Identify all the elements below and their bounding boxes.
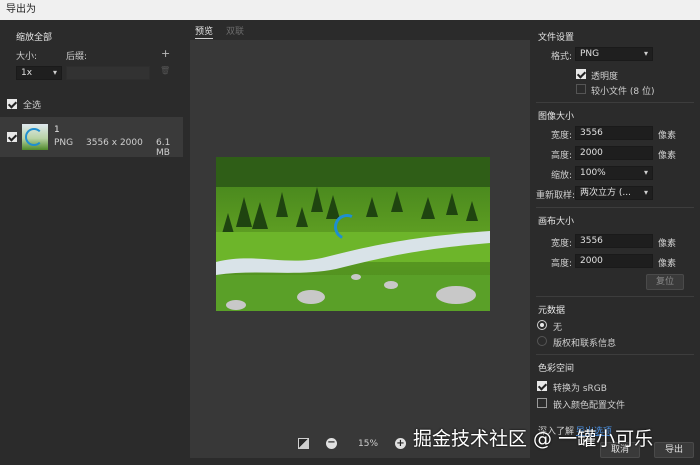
scale-all-heading: 缩放全部 (16, 33, 53, 43)
width-unit: 像素 (658, 131, 677, 141)
height-label: 高度: (551, 151, 573, 161)
window-title: 导出为 (0, 0, 700, 20)
asset-thumbnail (22, 124, 48, 150)
add-scale-icon[interactable]: + (161, 47, 170, 60)
tab-preview[interactable]: 预览 (195, 24, 214, 39)
resample-select-value: 两次立方 (... (580, 188, 631, 198)
asset-row[interactable]: 1 PNG 3556 x 2000 6.1 MB (0, 117, 183, 158)
metadata-copyright-label: 版权和联系信息 (553, 339, 617, 349)
metadata-none-radio[interactable] (537, 320, 547, 330)
chevron-down-icon: ▾ (643, 49, 648, 58)
embed-profile-checkbox[interactable] (537, 398, 547, 408)
fit-to-screen-icon[interactable] (298, 438, 309, 449)
size-select-value: 1x (21, 68, 33, 78)
canvas-height-unit: 像素 (658, 259, 677, 269)
loading-spinner-icon (25, 128, 43, 146)
smaller-file-label: 较小文件 (8 位) (591, 87, 655, 97)
size-select[interactable]: 1x ▾ (16, 66, 62, 80)
chevron-down-icon: ▾ (643, 188, 648, 197)
settings-panel: 文件设置 格式: PNG ▾ 透明度 较小文件 (8 位) 图像大小 宽度: 3… (530, 20, 700, 465)
asset-format: PNG (54, 138, 74, 148)
tab-double[interactable]: 双联 (226, 24, 244, 37)
width-label: 宽度: (551, 131, 573, 141)
height-unit: 像素 (658, 151, 677, 161)
format-select-value: PNG (580, 49, 600, 59)
preview-area: 预览 双联 − 15% + (190, 20, 530, 465)
select-all-label: 全选 (23, 101, 42, 111)
trash-icon[interactable]: 🗑 (160, 66, 170, 75)
transparency-label: 透明度 (591, 72, 619, 82)
convert-srgb-label: 转换为 sRGB (553, 384, 607, 394)
asset-checkbox[interactable] (7, 132, 17, 142)
asset-dimensions: 3556 x 2000 (86, 138, 143, 148)
suffix-label: 后缀: (66, 52, 88, 62)
divider (536, 354, 694, 355)
canvas-size-heading: 画布大小 (538, 217, 575, 227)
height-input[interactable]: 2000 (575, 146, 653, 160)
embed-profile-label: 嵌入颜色配置文件 (553, 401, 626, 411)
divider (536, 102, 694, 103)
zoom-out-icon[interactable]: − (326, 438, 337, 449)
canvas-width-label: 宽度: (551, 239, 573, 249)
color-space-heading: 色彩空间 (538, 364, 575, 374)
image-size-heading: 图像大小 (538, 112, 575, 122)
chevron-down-icon: ▾ (643, 168, 648, 177)
convert-srgb-checkbox[interactable] (537, 381, 547, 391)
divider (536, 207, 694, 208)
canvas-width-input[interactable]: 3556 (575, 234, 653, 248)
asset-name: 1 (54, 125, 60, 135)
chevron-down-icon: ▾ (52, 68, 57, 77)
canvas-height-label: 高度: (551, 259, 573, 269)
export-button[interactable]: 导出 (654, 442, 694, 458)
zoom-in-icon[interactable]: + (395, 438, 406, 449)
smaller-file-checkbox[interactable] (576, 84, 586, 94)
reset-button[interactable]: 复位 (646, 274, 684, 290)
left-panel: 缩放全部 大小: 后缀: + 1x ▾ 🗑 全选 1 PNG 3556 x 20… (0, 20, 190, 465)
asset-filesize: 6.1 MB (156, 138, 171, 158)
canvas-height-input[interactable]: 2000 (575, 254, 653, 268)
scale-label: 缩放: (551, 171, 573, 181)
scale-select-value: 100% (580, 168, 606, 178)
canvas-width-unit: 像素 (658, 239, 677, 249)
transparency-checkbox[interactable] (576, 69, 586, 79)
width-input[interactable]: 3556 (575, 126, 653, 140)
suffix-input[interactable] (66, 66, 150, 80)
preview-canvas[interactable] (190, 40, 530, 458)
resample-select[interactable]: 两次立方 (... ▾ (575, 186, 653, 200)
metadata-none-label: 无 (553, 323, 563, 333)
watermark-text: 掘金技术社区 @ 一罐小可乐 (413, 428, 654, 450)
divider (536, 296, 694, 297)
size-label: 大小: (16, 52, 38, 62)
metadata-heading: 元数据 (538, 306, 566, 316)
select-all-checkbox[interactable] (7, 99, 17, 109)
zoom-level: 15% (358, 439, 379, 449)
format-select[interactable]: PNG ▾ (575, 47, 653, 61)
scale-select[interactable]: 100% ▾ (575, 166, 653, 180)
preview-image (216, 157, 490, 311)
resample-label: 重新取样: (536, 191, 576, 201)
file-settings-heading: 文件设置 (538, 33, 575, 43)
metadata-copyright-radio[interactable] (537, 336, 547, 346)
format-label: 格式: (551, 52, 573, 62)
